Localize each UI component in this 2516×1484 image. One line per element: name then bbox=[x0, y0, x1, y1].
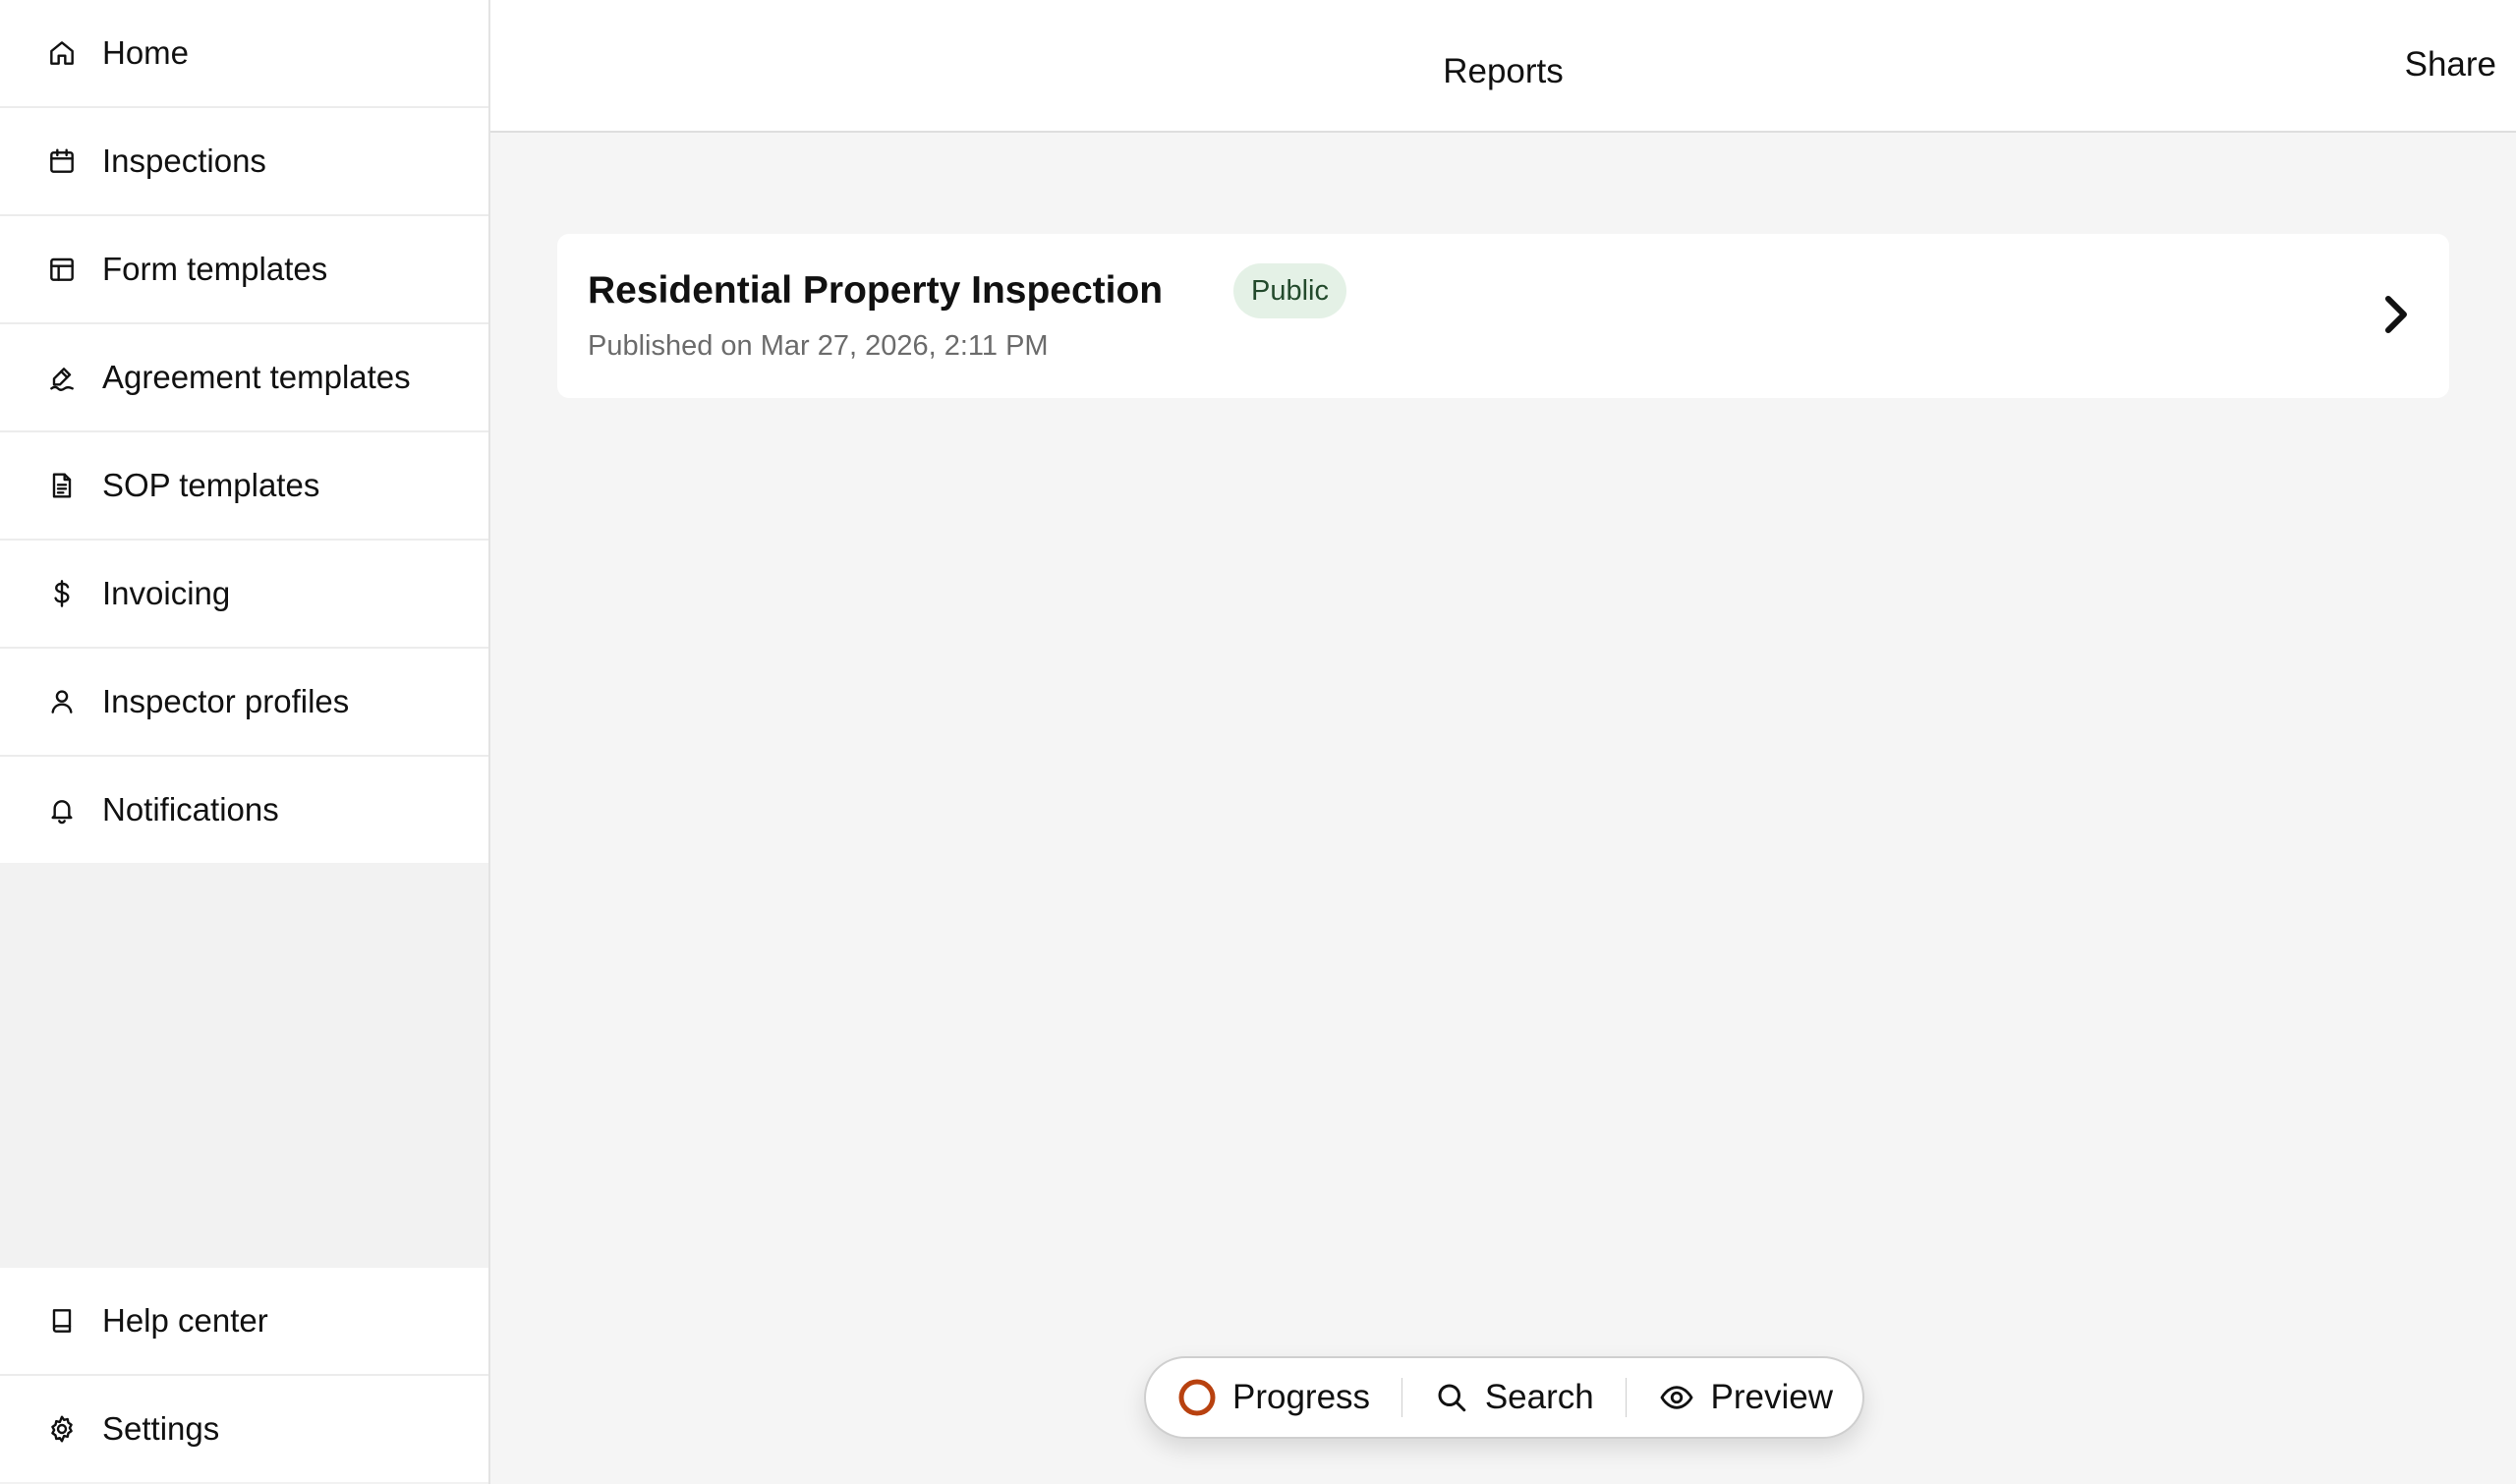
sidebar-item-inspector-profiles[interactable]: Inspector profiles bbox=[0, 649, 488, 757]
sidebar-item-label: Inspections bbox=[102, 143, 266, 179]
share-button[interactable]: Share bbox=[2405, 45, 2496, 85]
preview-label: Preview bbox=[1710, 1378, 1833, 1416]
home-icon bbox=[45, 36, 79, 70]
top-bar: Reports Share bbox=[490, 0, 2516, 133]
signature-icon bbox=[45, 361, 79, 394]
sidebar-footer-nav: Help center Settings bbox=[0, 1268, 488, 1482]
sidebar-item-label: SOP templates bbox=[102, 467, 320, 503]
sidebar-nav: Home Inspections Form templates Agreemen… bbox=[0, 0, 488, 863]
sidebar-item-label: Agreement templates bbox=[102, 359, 411, 395]
page-title: Reports bbox=[1443, 52, 1564, 90]
document-icon bbox=[45, 469, 79, 502]
sidebar-item-label: Inspector profiles bbox=[102, 683, 350, 719]
progress-ring-icon bbox=[1177, 1378, 1217, 1417]
sidebar-item-agreement-templates[interactable]: Agreement templates bbox=[0, 324, 488, 432]
sidebar-item-label: Invoicing bbox=[102, 575, 231, 611]
search-button[interactable]: Search bbox=[1402, 1358, 1626, 1437]
sidebar-item-label: Notifications bbox=[102, 791, 279, 828]
layout-icon bbox=[45, 253, 79, 286]
report-title: Residential Property Inspection bbox=[588, 269, 1164, 312]
sidebar-item-label: Settings bbox=[102, 1410, 220, 1447]
sidebar-item-form-templates[interactable]: Form templates bbox=[0, 216, 488, 324]
status-badge: Public bbox=[1233, 263, 1346, 318]
app-window: Home Inspections Form templates Agreemen… bbox=[0, 0, 2516, 1484]
floating-toolbar: Progress Search Preview bbox=[1144, 1356, 1864, 1439]
sidebar-item-inspections[interactable]: Inspections bbox=[0, 108, 488, 216]
book-icon bbox=[45, 1304, 79, 1338]
calendar-icon bbox=[45, 144, 79, 178]
report-card[interactable]: Residential Property Inspection Public P… bbox=[557, 234, 2449, 398]
sidebar-item-settings[interactable]: Settings bbox=[0, 1376, 488, 1482]
chevron-right-icon bbox=[2385, 296, 2407, 333]
bell-icon bbox=[45, 793, 79, 827]
sidebar-item-label: Form templates bbox=[102, 251, 328, 287]
sidebar-item-help-center[interactable]: Help center bbox=[0, 1268, 488, 1376]
gear-icon bbox=[45, 1412, 79, 1446]
sidebar-item-home[interactable]: Home bbox=[0, 0, 488, 108]
eye-icon bbox=[1658, 1379, 1695, 1416]
sidebar: Home Inspections Form templates Agreemen… bbox=[0, 0, 490, 1484]
search-icon bbox=[1434, 1380, 1469, 1415]
dollar-icon bbox=[45, 577, 79, 610]
preview-button[interactable]: Preview bbox=[1627, 1358, 1862, 1437]
progress-label: Progress bbox=[1232, 1378, 1371, 1416]
user-icon bbox=[45, 685, 79, 718]
sidebar-item-notifications[interactable]: Notifications bbox=[0, 757, 488, 863]
progress-button[interactable]: Progress bbox=[1146, 1358, 1401, 1437]
sidebar-item-label: Help center bbox=[102, 1302, 268, 1339]
sidebar-item-invoicing[interactable]: Invoicing bbox=[0, 541, 488, 649]
sidebar-item-sop-templates[interactable]: SOP templates bbox=[0, 432, 488, 541]
main-content: Reports Share Residential Property Inspe… bbox=[490, 0, 2516, 1484]
sidebar-item-label: Home bbox=[102, 34, 190, 71]
search-label: Search bbox=[1484, 1378, 1594, 1416]
report-published-date: Published on Mar 27, 2026, 2:11 PM bbox=[588, 330, 1049, 362]
